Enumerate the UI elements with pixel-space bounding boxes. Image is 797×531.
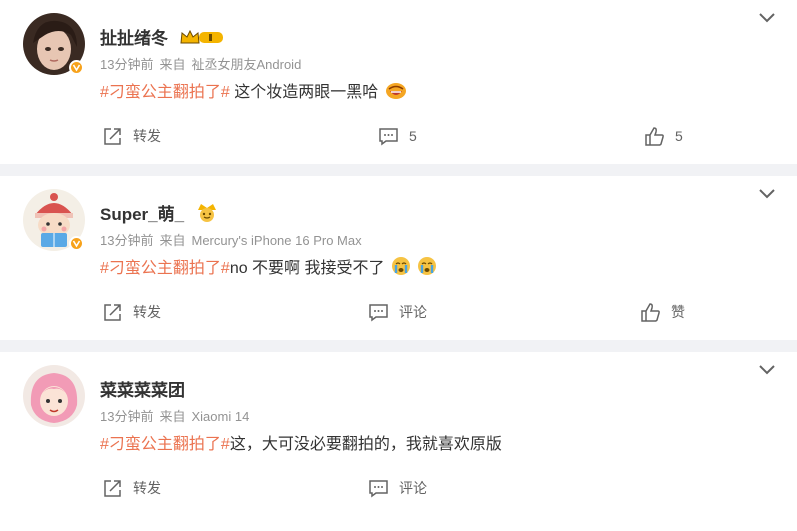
post-card: 菜菜菜菜团 13分钟前 来自 Xiaomi 14 #刁蛮公主翻拍了#这，大可没必要翻… bbox=[0, 352, 797, 531]
chevron-down-icon[interactable] bbox=[757, 362, 777, 376]
post-meta: 13分钟前 来自 Mercury's iPhone 16 Pro Max bbox=[100, 230, 368, 249]
crown-badge-icon bbox=[180, 29, 223, 44]
repost-icon bbox=[104, 479, 121, 497]
post-source: 祉丞女朋友Android bbox=[191, 57, 302, 72]
post-card: 扯扯绪冬 13分钟前 来自 祉丞女朋友Android #刁蛮公主翻拍了# 这个妆造两… bbox=[0, 0, 797, 164]
comment-label: 评论 bbox=[399, 304, 427, 320]
post-text: 这，大可没必要翻拍的，我就喜欢原版 bbox=[229, 436, 502, 453]
source-prefix: 来自 bbox=[159, 409, 186, 424]
comment-button[interactable]: 5 bbox=[378, 124, 417, 148]
laugh-emoji-icon bbox=[385, 83, 406, 99]
username-text[interactable]: 扯扯绪冬 bbox=[100, 29, 168, 48]
post-time[interactable]: 13分钟前 bbox=[100, 233, 153, 248]
repost-label: 转发 bbox=[133, 480, 161, 496]
crying-emoji-icon bbox=[391, 257, 410, 275]
post-card: Super_萌_ 13分钟前 来自 Mercury's iPhone 16 Pro … bbox=[0, 176, 797, 340]
repost-button[interactable]: 转发 bbox=[102, 300, 161, 324]
username-text[interactable]: Super_萌_ bbox=[100, 205, 184, 224]
hashtag-link[interactable]: #刁蛮公主翻拍了# bbox=[100, 84, 230, 101]
separator bbox=[0, 164, 797, 176]
hashtag-link[interactable]: #刁蛮公主翻拍了# bbox=[100, 260, 230, 277]
repost-icon bbox=[104, 303, 121, 321]
comment-icon bbox=[379, 127, 398, 145]
username-text[interactable]: 菜菜菜菜团 bbox=[100, 381, 185, 400]
comment-label: 评论 bbox=[399, 480, 427, 496]
post-time[interactable]: 13分钟前 bbox=[100, 57, 153, 72]
username[interactable]: 扯扯绪冬 bbox=[100, 24, 225, 49]
username[interactable]: Super_萌_ bbox=[100, 200, 219, 225]
comment-icon bbox=[369, 479, 388, 497]
action-bar: 转发 评论 bbox=[100, 476, 700, 500]
chevron-down-icon[interactable] bbox=[757, 10, 777, 24]
repost-button[interactable]: 转发 bbox=[102, 124, 161, 148]
hashtag-link[interactable]: #刁蛮公主翻拍了# bbox=[100, 436, 230, 453]
repost-label: 转发 bbox=[133, 304, 161, 320]
like-icon bbox=[641, 302, 660, 322]
post-content: #刁蛮公主翻拍了# 这个妆造两眼一黑哈 bbox=[100, 78, 407, 102]
source-prefix: 来自 bbox=[159, 57, 186, 72]
verified-badge-icon bbox=[69, 60, 84, 75]
verified-badge-icon bbox=[69, 236, 84, 251]
repost-icon bbox=[104, 127, 121, 145]
post-content: #刁蛮公主翻拍了#这，大可没必要翻拍的，我就喜欢原版 bbox=[100, 430, 502, 454]
post-content: #刁蛮公主翻拍了#no 不要啊 我接受不了 bbox=[100, 254, 437, 278]
chevron-down-icon[interactable] bbox=[757, 186, 777, 200]
source-prefix: 来自 bbox=[159, 233, 186, 248]
action-bar: 转发 5 5 bbox=[100, 124, 700, 148]
username[interactable]: 菜菜菜菜团 bbox=[100, 376, 185, 401]
action-bar: 转发 评论 赞 bbox=[100, 300, 700, 324]
crown-badge-icon bbox=[197, 204, 216, 222]
like-count: 5 bbox=[675, 128, 683, 144]
comment-count: 5 bbox=[409, 128, 417, 144]
avatar[interactable] bbox=[23, 365, 85, 427]
post-source: Mercury's iPhone 16 Pro Max bbox=[191, 233, 362, 248]
like-button[interactable]: 赞 bbox=[640, 300, 685, 324]
comment-button[interactable]: 评论 bbox=[368, 476, 427, 500]
comment-button[interactable]: 评论 bbox=[368, 300, 427, 324]
comment-icon bbox=[369, 303, 388, 321]
repost-button[interactable]: 转发 bbox=[102, 476, 161, 500]
post-source: Xiaomi 14 bbox=[191, 409, 250, 424]
like-button[interactable]: 5 bbox=[644, 124, 683, 148]
post-meta: 13分钟前 来自 Xiaomi 14 bbox=[100, 406, 255, 425]
repost-label: 转发 bbox=[133, 128, 161, 144]
post-text: 这个妆造两眼一黑哈 bbox=[229, 84, 379, 101]
post-text: no 不要啊 我接受不了 bbox=[229, 260, 385, 277]
post-meta: 13分钟前 来自 祉丞女朋友Android bbox=[100, 54, 307, 73]
post-time[interactable]: 13分钟前 bbox=[100, 409, 153, 424]
separator bbox=[0, 340, 797, 352]
comment-feed: 扯扯绪冬 13分钟前 来自 祉丞女朋友Android #刁蛮公主翻拍了# 这个妆造两… bbox=[0, 0, 797, 531]
like-icon bbox=[645, 126, 664, 146]
like-label: 赞 bbox=[671, 304, 685, 320]
crying-emoji-icon bbox=[418, 257, 437, 275]
